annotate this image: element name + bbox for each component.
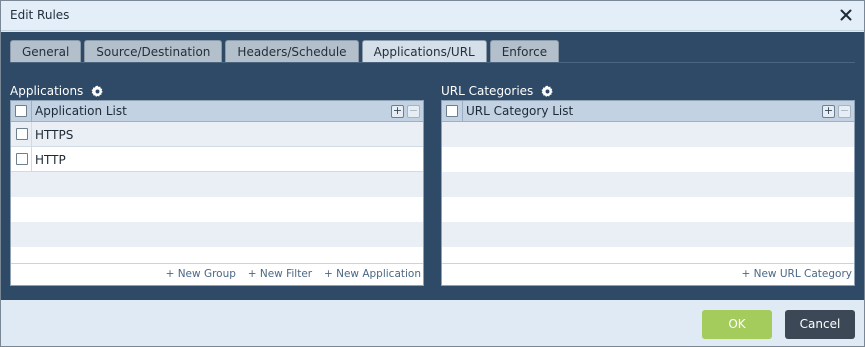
tab-divider <box>10 62 855 63</box>
dialog-title: Edit Rules <box>10 8 70 22</box>
empty-row <box>442 147 854 172</box>
tab-bar: General Source/Destination Headers/Sched… <box>10 40 560 63</box>
url-categories-section-title: URL Categories <box>441 84 534 98</box>
url-categories-section-header: URL Categories <box>441 82 554 100</box>
empty-row <box>442 122 854 147</box>
tab-enforce[interactable]: Enforce <box>489 40 560 63</box>
empty-row <box>442 222 854 247</box>
url-category-list-header: URL Category List + − <box>442 101 854 122</box>
minus-icon[interactable]: − <box>838 105 851 118</box>
cancel-button[interactable]: Cancel <box>785 310 855 339</box>
empty-row <box>11 222 423 247</box>
table-row[interactable]: HTTP <box>11 147 423 172</box>
applications-section-header: Applications <box>10 82 104 100</box>
gear-icon[interactable] <box>91 85 104 98</box>
application-list-column-header: Application List <box>35 104 127 118</box>
row-checkbox[interactable] <box>16 153 28 165</box>
gear-icon[interactable] <box>541 85 554 98</box>
ok-button[interactable]: OK <box>702 310 772 339</box>
tab-source-destination[interactable]: Source/Destination <box>84 40 223 63</box>
rule-editor-panel: General Source/Destination Headers/Sched… <box>1 32 864 300</box>
row-separator <box>31 147 32 172</box>
new-group-link[interactable]: + New Group <box>166 264 236 285</box>
empty-row <box>442 197 854 222</box>
row-separator <box>31 122 32 147</box>
tab-general[interactable]: General <box>10 40 82 63</box>
application-list-header: Application List + − <box>11 101 423 122</box>
application-list-grid: Application List + − HTTPS HTTP + New Gr… <box>10 100 424 286</box>
application-list-footer: + New Group + New Filter + New Applicati… <box>11 263 423 285</box>
new-filter-link[interactable]: + New Filter <box>248 264 312 285</box>
edit-rules-dialog: Edit Rules General Source/Destination He… <box>0 0 865 347</box>
plus-icon[interactable]: + <box>391 105 404 118</box>
application-name: HTTP <box>35 153 66 167</box>
table-row[interactable]: HTTPS <box>11 122 423 147</box>
applications-section-title: Applications <box>10 84 84 98</box>
row-checkbox[interactable] <box>16 128 28 140</box>
url-category-list-grid: URL Category List + − + New URL Category <box>441 100 855 286</box>
plus-icon[interactable]: + <box>822 105 835 118</box>
url-category-list-column-header: URL Category List <box>466 104 574 118</box>
minus-icon[interactable]: − <box>407 105 420 118</box>
tab-headers-schedule[interactable]: Headers/Schedule <box>225 40 359 63</box>
empty-row <box>11 197 423 222</box>
new-application-link[interactable]: + New Application <box>324 264 421 285</box>
select-all-applications-checkbox[interactable] <box>15 105 27 117</box>
header-separator <box>31 101 32 122</box>
title-bar: Edit Rules <box>1 1 864 31</box>
header-separator <box>462 101 463 122</box>
application-name: HTTPS <box>35 128 74 142</box>
select-all-url-categories-checkbox[interactable] <box>446 105 458 117</box>
new-url-category-link[interactable]: + New URL Category <box>741 264 852 285</box>
empty-row <box>442 172 854 197</box>
dialog-button-bar: OK Cancel <box>1 300 864 346</box>
empty-row <box>11 172 423 197</box>
tab-applications-url[interactable]: Applications/URL <box>361 40 487 63</box>
url-category-list-footer: + New URL Category <box>442 263 854 285</box>
close-icon[interactable] <box>838 7 854 23</box>
